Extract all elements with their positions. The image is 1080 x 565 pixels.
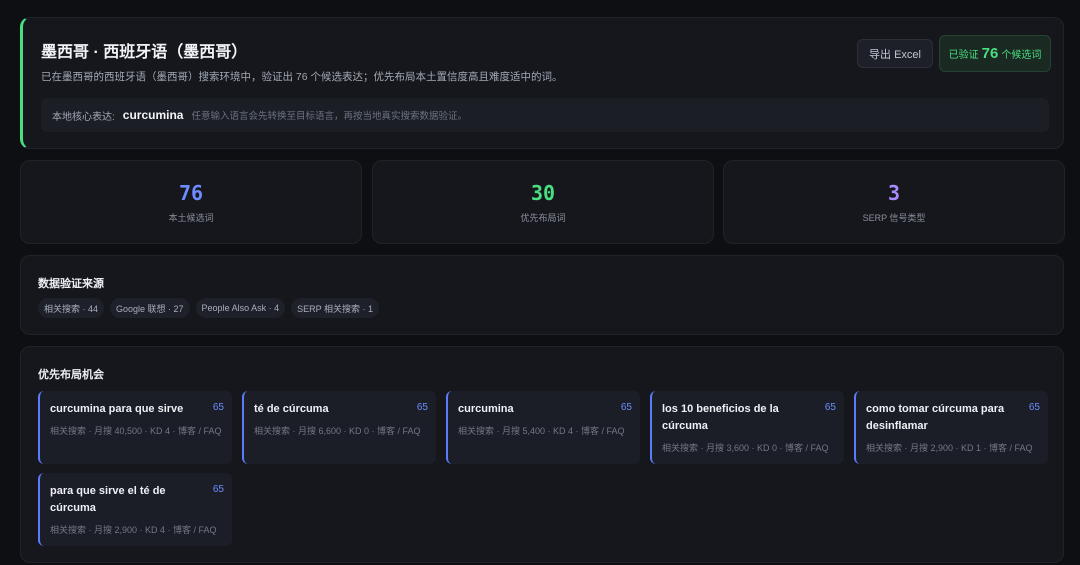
header-panel: 墨西哥 · 西班牙语（墨西哥） 已在墨西哥的西班牙语（墨西哥）搜索环境中，验证出… bbox=[20, 17, 1064, 149]
stat-label: 本土候选词 bbox=[168, 213, 214, 223]
core-note: 任意输入语言会先转换至目标语言，再按当地真实搜索数据验证。 bbox=[191, 111, 467, 122]
card-keyword: como tomar cúrcuma para desinflamar bbox=[866, 403, 1005, 432]
source-chip[interactable]: People Also Ask · 4 bbox=[195, 298, 286, 318]
source-chip[interactable]: SERP 相关搜索 · 1 bbox=[291, 298, 379, 318]
card-keyword: té de cúrcuma bbox=[254, 403, 329, 415]
card-score: 65 bbox=[824, 402, 836, 413]
opportunities-title: 优先布局机会 bbox=[38, 369, 104, 381]
card-meta: 相关搜索 · 月搜 3,600 · KD 0 · 博客 / FAQ bbox=[662, 443, 829, 453]
card-meta: 相关搜索 · 月搜 2,900 · KD 1 · 博客 / FAQ bbox=[866, 443, 1033, 453]
stat-card-serp-types: 3 SERP 信号类型 bbox=[723, 160, 1065, 244]
opportunity-card[interactable]: para que sirve el té de cúrcuma 65 相关搜索 … bbox=[38, 473, 232, 546]
card-score: 65 bbox=[1028, 402, 1040, 413]
card-meta: 相关搜索 · 月搜 2,900 · KD 4 · 博客 / FAQ bbox=[50, 525, 217, 535]
verified-count: 76 bbox=[981, 45, 999, 62]
data-sources-panel: 数据验证来源 相关搜索 · 44 Google 联想 · 27 People A… bbox=[20, 255, 1064, 335]
source-chip[interactable]: Google 联想 · 27 bbox=[110, 298, 190, 318]
card-meta: 相关搜索 · 月搜 40,500 · KD 4 · 博客 / FAQ bbox=[50, 426, 222, 436]
stat-label: 优先布局词 bbox=[520, 213, 566, 223]
stat-value: 76 bbox=[178, 181, 204, 205]
verified-suffix: 个候选词 bbox=[1001, 50, 1042, 61]
verified-badge: 已验证 76 个候选词 bbox=[939, 35, 1051, 72]
core-expression-box: 本地核心表达: curcumina 任意输入语言会先转换至目标语言，再按当地真实… bbox=[41, 98, 1049, 132]
card-keyword: para que sirve el té de cúrcuma bbox=[50, 485, 166, 514]
page-title: 墨西哥 · 西班牙语（墨西哥） bbox=[41, 44, 248, 61]
stat-value: 3 bbox=[887, 181, 901, 205]
stat-card-candidates: 76 本土候选词 bbox=[20, 160, 362, 244]
card-meta: 相关搜索 · 月搜 5,400 · KD 4 · 博客 / FAQ bbox=[458, 426, 625, 436]
card-score: 65 bbox=[212, 402, 224, 413]
export-excel-button[interactable]: 导出 Excel bbox=[857, 39, 933, 68]
core-label: 本地核心表达: bbox=[52, 111, 115, 123]
stat-label: SERP 信号类型 bbox=[862, 213, 926, 223]
source-chips: 相关搜索 · 44 Google 联想 · 27 People Also Ask… bbox=[38, 298, 379, 318]
card-keyword: curcumina para que sirve bbox=[50, 403, 184, 415]
card-keyword: curcumina bbox=[458, 403, 514, 415]
opportunity-card[interactable]: los 10 beneficios de la cúrcuma 65 相关搜索 … bbox=[650, 391, 844, 464]
stat-value: 30 bbox=[530, 181, 556, 205]
opportunity-card[interactable]: como tomar cúrcuma para desinflamar 65 相… bbox=[854, 391, 1048, 464]
opportunity-card[interactable]: curcumina 65 相关搜索 · 月搜 5,400 · KD 4 · 博客… bbox=[446, 391, 640, 464]
source-chip[interactable]: 相关搜索 · 44 bbox=[38, 298, 105, 318]
opportunity-card[interactable]: curcumina para que sirve 65 相关搜索 · 月搜 40… bbox=[38, 391, 232, 464]
stat-card-priority: 30 优先布局词 bbox=[372, 160, 714, 244]
opportunities-panel: 优先布局机会 curcumina para que sirve 65 相关搜索 … bbox=[20, 346, 1064, 563]
opportunity-card[interactable]: té de cúrcuma 65 相关搜索 · 月搜 6,600 · KD 0 … bbox=[242, 391, 436, 464]
card-score: 65 bbox=[620, 402, 632, 413]
core-keyword: curcumina bbox=[122, 108, 184, 122]
card-keyword: los 10 beneficios de la cúrcuma bbox=[662, 403, 779, 432]
page-subtitle: 已在墨西哥的西班牙语（墨西哥）搜索环境中，验证出 76 个候选表达；优先布局本土… bbox=[41, 71, 563, 83]
card-score: 65 bbox=[416, 402, 428, 413]
card-meta: 相关搜索 · 月搜 6,600 · KD 0 · 博客 / FAQ bbox=[254, 426, 421, 436]
card-score: 65 bbox=[212, 484, 224, 495]
verified-prefix: 已验证 bbox=[948, 50, 979, 61]
sources-title: 数据验证来源 bbox=[38, 278, 104, 290]
